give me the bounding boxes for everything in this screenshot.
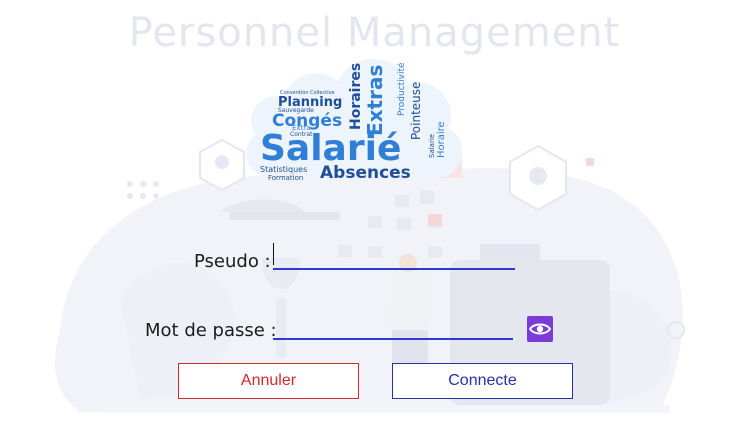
connect-button[interactable]: Connecte [392, 363, 573, 399]
password-label: Mot de passe : [145, 320, 277, 341]
pseudo-label: Pseudo : [194, 251, 271, 272]
password-input[interactable] [273, 316, 513, 340]
logo-word-5: Horaires [348, 63, 364, 130]
logo-word-7: Productivité [396, 62, 407, 116]
logo-word-4: Extras [363, 65, 387, 136]
logo-word-8: Statistiques [260, 165, 307, 174]
logo-word-14: Salarie [428, 134, 436, 158]
logo-word-6: Pointeuse [409, 82, 423, 140]
logo-word-11: Convention Collective [280, 90, 335, 96]
logo-word-9: Formation [268, 174, 303, 182]
logo-word-15: Horaire [436, 121, 447, 158]
cloud-wordcloud-logo: Absences Salarié Congés Planning Extras … [246, 59, 463, 183]
text-caret [273, 243, 274, 265]
cancel-button[interactable]: Annuler [178, 363, 359, 399]
logo-word-12: Contrat [290, 131, 313, 138]
eye-icon [529, 323, 551, 335]
logo-word-13: Extra [292, 124, 310, 132]
show-password-button[interactable] [527, 316, 553, 342]
logo-word-10: Sauvegarde [278, 107, 314, 114]
pseudo-input[interactable] [273, 246, 515, 270]
